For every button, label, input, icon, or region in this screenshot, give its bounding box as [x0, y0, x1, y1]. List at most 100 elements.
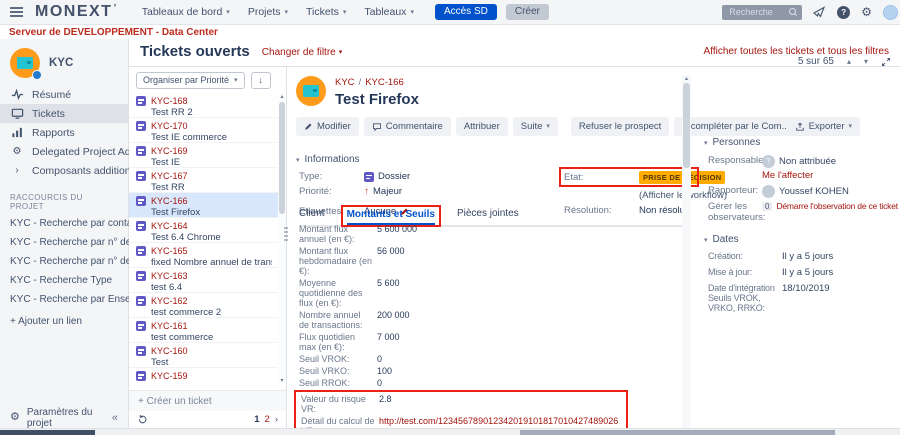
ticket-row[interactable]: KYC-165fixed Nombre annuel de transa...	[129, 243, 278, 268]
ticket-row-selected[interactable]: KYC-166Test Firefox	[129, 193, 278, 218]
montants-et-seuils-fields: Montant flux annuel (en €):5 600 000 Mon…	[299, 223, 644, 435]
add-link-button[interactable]: + Ajouter un lien	[0, 309, 128, 334]
scrollbar-thumb[interactable]	[0, 430, 95, 435]
chevron-down-icon: ▾	[343, 9, 347, 16]
ticket-row[interactable]: KYC-168Test RR 2	[129, 93, 278, 118]
page-1[interactable]: 1	[254, 414, 259, 425]
page-title: Tickets ouverts	[140, 44, 250, 59]
ticket-row[interactable]: KYC-162test commerce 2	[129, 293, 278, 318]
sidebar-item-resume[interactable]: Résumé	[0, 85, 128, 104]
sidebar-item-composants[interactable]: › Composants additionnels	[0, 161, 128, 180]
sidebar-item-rapports[interactable]: Rapports	[0, 123, 128, 142]
type-row: Type: Dossier	[299, 171, 410, 182]
shortcut-recherche-contact[interactable]: KYC - Recherche par contact	[0, 214, 128, 233]
scroll-up-icon[interactable]: ▴	[280, 93, 283, 100]
hamburger-menu-icon[interactable]	[10, 7, 23, 17]
scroll-down-icon[interactable]: ▾	[280, 377, 283, 384]
field-row: Montant flux hebdomadaire (en €):56 000	[299, 245, 644, 277]
section-collapse-icon: ▾	[704, 139, 708, 147]
chart-icon	[10, 126, 24, 139]
project-header[interactable]: KYC	[0, 39, 128, 85]
sidebar-footer: ⚙ Paramètres du projet «	[0, 407, 128, 428]
shortcut-recherche-ticket[interactable]: KYC - Recherche par n° de ticket	[0, 233, 128, 252]
help-icon[interactable]: ?	[837, 6, 850, 19]
screen-icon	[10, 107, 24, 120]
ticket-row[interactable]: KYC-164Test 6.4 Chrome	[129, 218, 278, 243]
sidebar-item-delegated-admin[interactable]: ⚙ Delegated Project Admin	[0, 142, 128, 161]
ticket-row[interactable]: KYC-163test 6.4	[129, 268, 278, 293]
ticket-row[interactable]: KYC-160Test	[129, 343, 278, 368]
collapse-sidebar-icon[interactable]: «	[112, 412, 118, 424]
acces-sd-button[interactable]: Accès SD	[435, 4, 497, 20]
feedback-megaphone-icon[interactable]	[813, 6, 826, 18]
create-button[interactable]: Créer	[506, 4, 549, 20]
ticket-row[interactable]: KYC-167Test RR	[129, 168, 278, 193]
chevron-down-icon: ▾	[234, 77, 238, 84]
next-page-icon[interactable]: ›	[275, 414, 278, 425]
shortcut-recherche-type[interactable]: KYC - Recherche Type	[0, 271, 128, 290]
monext-logo[interactable]: MONEXT’	[35, 3, 117, 21]
menu-projets[interactable]: Projets▾	[248, 6, 288, 18]
menu-tickets[interactable]: Tickets▾	[306, 6, 346, 18]
created-row: Création: Il y a 5 jours	[708, 251, 833, 262]
scrollbar-thumb[interactable]	[683, 83, 690, 168]
assign-to-me-link[interactable]: Me l'affecter	[762, 170, 813, 181]
ticket-header: KYC / KYC-166 Test Firefox	[296, 76, 419, 108]
search-input[interactable]	[727, 6, 785, 18]
previous-issue-icon[interactable]: ▴	[847, 57, 851, 66]
create-ticket-link[interactable]: + Créer un ticket	[129, 390, 286, 411]
ticket-avatar	[296, 76, 326, 106]
start-watching-link[interactable]: Démarre l'observation de ce ticket	[776, 201, 897, 211]
settings-gear-icon: ⚙	[10, 412, 20, 423]
section-collapse-icon: ▾	[704, 236, 708, 244]
search-box[interactable]	[722, 5, 802, 20]
shortcut-recherche-enseigne[interactable]: KYC - Recherche par Enseigne	[0, 290, 128, 309]
horizontal-scrollbar[interactable]	[0, 428, 900, 435]
field-row: Moyenne quotidienne des flux (en €):5 60…	[299, 277, 644, 309]
expand-icon[interactable]	[881, 57, 891, 67]
page-2[interactable]: 2	[265, 414, 270, 425]
project-name: KYC	[49, 57, 73, 69]
sort-direction-button[interactable]: ↓	[251, 72, 271, 89]
chevron-down-icon: ▾	[226, 9, 230, 16]
ticket-row[interactable]: KYC-170Test IE commerce	[129, 118, 278, 143]
ticket-row[interactable]: KYC-169Test IE	[129, 143, 278, 168]
modify-button[interactable]: Modifier	[296, 117, 359, 136]
assign-button[interactable]: Attribuer	[456, 117, 508, 136]
comment-button[interactable]: Commentaire	[364, 117, 451, 136]
dates-section-header[interactable]: ▾ Dates	[704, 234, 739, 245]
breadcrumb-ticket-link[interactable]: KYC-166	[365, 77, 404, 88]
scrollbar-thumb[interactable]	[279, 102, 285, 214]
project-badge-icon	[32, 70, 42, 80]
admin-gear-icon: ⚙	[10, 145, 24, 158]
issue-type-icon	[136, 121, 146, 131]
informations-section-header[interactable]: ▾ Informations	[296, 154, 360, 165]
gear-icon[interactable]: ⚙	[861, 6, 872, 18]
breadcrumb-project-link[interactable]: KYC	[335, 77, 355, 88]
ticket-row[interactable]: KYC-161test commerce	[129, 318, 278, 343]
menu-tableaux[interactable]: Tableaux▾	[364, 6, 414, 18]
field-row: Seuil RROK:0	[299, 377, 644, 389]
more-actions-button[interactable]: Suite▾	[513, 117, 558, 136]
ticket-row[interactable]: KYC-159	[129, 368, 278, 384]
priority-row: Priorité: ↑Majeur	[299, 186, 410, 197]
user-avatar[interactable]	[883, 5, 898, 20]
next-issue-icon[interactable]: ▾	[864, 57, 868, 66]
shortcut-recherche-siret[interactable]: KYC - Recherche par n° de SIRET	[0, 252, 128, 271]
issue-type-icon	[136, 96, 146, 106]
scroll-up-icon[interactable]: ▴	[685, 75, 688, 82]
scrollbar-thumb[interactable]	[520, 430, 835, 435]
sort-by-select[interactable]: Organiser par Priorité▾	[136, 72, 245, 89]
project-settings-link[interactable]: Paramètres du projet	[27, 407, 105, 429]
panel-resize-handle[interactable]	[284, 227, 288, 241]
change-filter-link[interactable]: Changer de filtre▾	[262, 47, 342, 58]
detail-scrollbar[interactable]: ▴	[682, 75, 691, 428]
refuse-prospect-button[interactable]: Refuser le prospect	[571, 117, 669, 136]
people-section-header[interactable]: ▾ Personnes	[704, 137, 760, 148]
sidebar-item-tickets[interactable]: Tickets	[0, 104, 128, 123]
issue-type-icon	[136, 271, 146, 281]
project-avatar	[10, 48, 40, 78]
refresh-icon[interactable]	[137, 414, 148, 425]
content-header: Tickets ouverts Changer de filtre▾ Affic…	[129, 39, 900, 66]
menu-tableaux-de-bord[interactable]: Tableaux de bord▾	[142, 6, 230, 18]
